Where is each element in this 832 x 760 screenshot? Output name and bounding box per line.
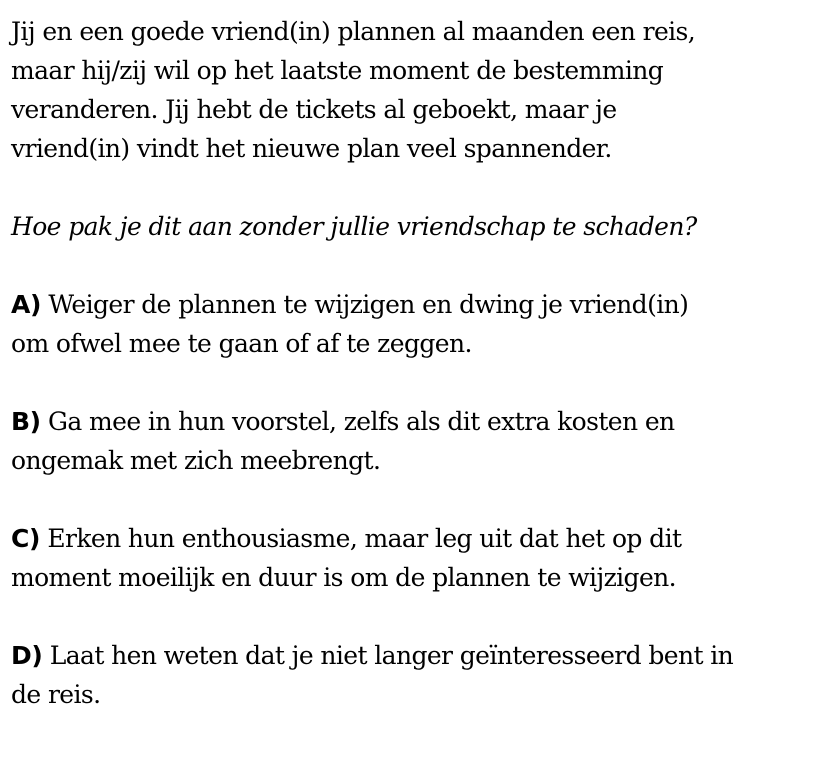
option-d-line-1: Laat hen weten dat je niet langer geïnte… <box>42 641 734 670</box>
option-d: D) Laat hen weten dat je niet langer geï… <box>11 636 826 714</box>
option-c: C) Erken hun enthousiasme, maar leg uit … <box>11 519 826 597</box>
option-b-line-2: ongemak met zich meebrengt. <box>11 446 381 475</box>
option-b: B) Ga mee in hun voorstel, zelfs als dit… <box>11 402 826 480</box>
option-a: A) Weiger de plannen te wijzigen en dwin… <box>11 285 826 363</box>
option-d-line-2: de reis. <box>11 680 101 709</box>
option-a-letter: A) <box>11 290 41 319</box>
option-a-line-2: om ofwel mee te gaan of af te zeggen. <box>11 329 472 358</box>
option-c-letter: C) <box>11 524 40 553</box>
document-body: Jij en een goede vriend(in) plannen al m… <box>11 12 826 753</box>
scenario-line-3: veranderen. Jij hebt de tickets al geboe… <box>11 95 617 124</box>
option-a-line-1: Weiger de plannen te wijzigen en dwing j… <box>40 290 689 319</box>
option-b-letter: B) <box>11 407 41 436</box>
question-text: Hoe pak je dit aan zonder jullie vriends… <box>11 212 697 241</box>
scenario-line-2: maar hij/zij wil op het laatste moment d… <box>11 56 664 85</box>
scenario-line-1: Jij en een goede vriend(in) plannen al m… <box>11 17 696 46</box>
option-d-letter: D) <box>11 641 43 670</box>
scenario-paragraph: Jij en een goede vriend(in) plannen al m… <box>11 12 826 168</box>
option-b-line-1: Ga mee in hun voorstel, zelfs als dit ex… <box>40 407 675 436</box>
scenario-line-4: vriend(in) vindt het nieuwe plan veel sp… <box>11 134 612 163</box>
option-c-line-1: Erken hun enthousiasme, maar leg uit dat… <box>39 524 682 553</box>
option-c-line-2: moment moeilijk en duur is om de plannen… <box>11 563 677 592</box>
